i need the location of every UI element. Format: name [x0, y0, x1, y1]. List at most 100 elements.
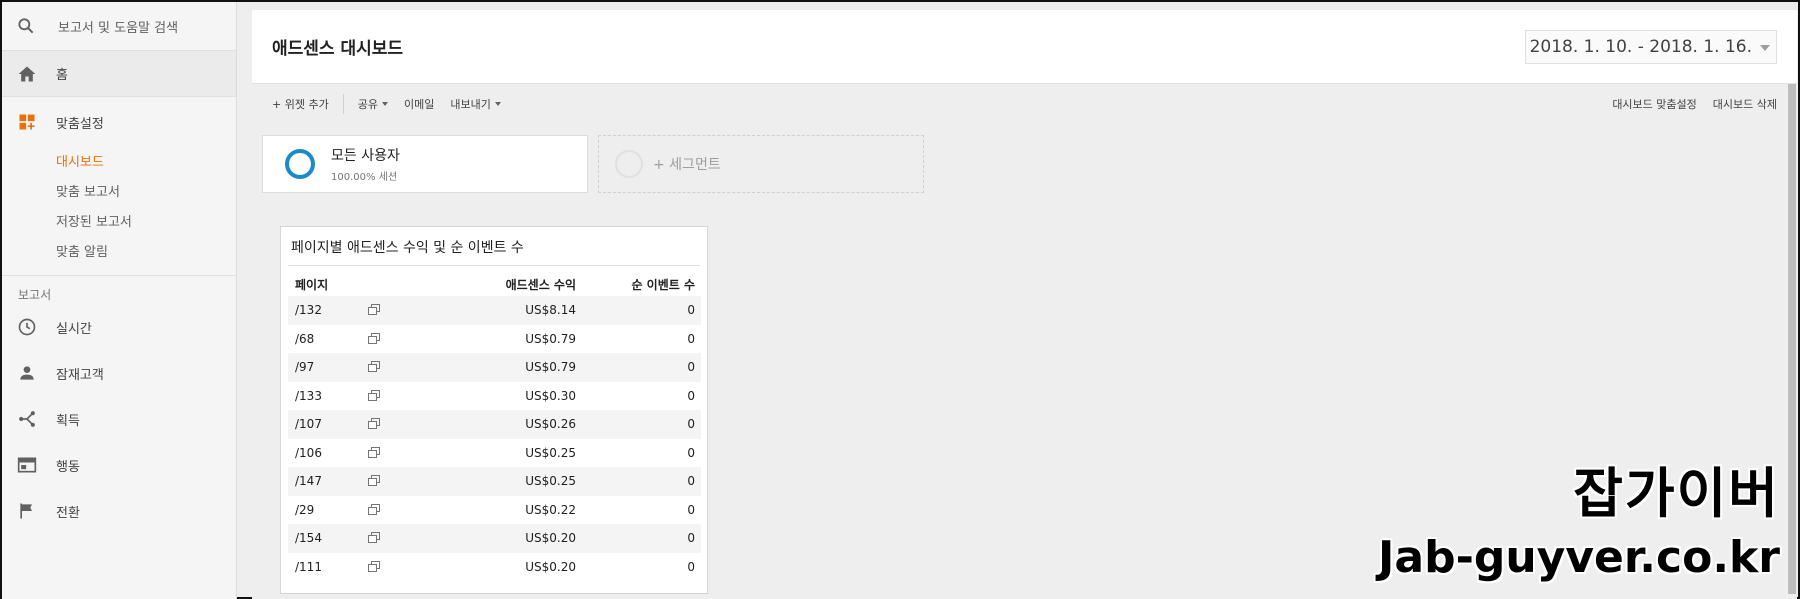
cell-page[interactable]: /111 [288, 553, 368, 582]
open-page-icon[interactable] [368, 524, 448, 553]
add-segment-button[interactable]: + 세그먼트 [598, 135, 924, 193]
nav-behavior-label: 행동 [56, 459, 80, 475]
search-placeholder: 보고서 및 도움말 검색 [58, 20, 179, 36]
scrollbar[interactable] [1787, 84, 1797, 599]
toolbar: + 위젯 추가 공유 이메일 내보내기 대시보드 맞춤설정 대시보드 삭제 [252, 84, 1797, 124]
cell-revenue: US$0.79 [525, 331, 576, 346]
open-page-icon[interactable] [368, 325, 448, 354]
flag-icon [16, 500, 38, 522]
cell-page[interactable]: /133 [288, 382, 368, 411]
external-link-icon [368, 560, 380, 572]
reports-section-label: 보고서 [18, 288, 52, 302]
share-button[interactable]: 공유 [350, 96, 396, 112]
dashboard-header: 애드센스 대시보드 2018. 1. 10. - 2018. 1. 16. [252, 10, 1797, 84]
table-row: /147 US$0.25 0 [288, 467, 701, 496]
nav-realtime[interactable]: 실시간 [2, 304, 236, 350]
nav-saved-reports[interactable]: 저장된 보고서 [2, 205, 236, 235]
segment-all-users[interactable]: 모든 사용자 100.00% 세션 [262, 135, 588, 193]
open-page-icon[interactable] [368, 439, 448, 468]
date-range-text: 2018. 1. 10. - 2018. 1. 16. [1529, 36, 1752, 57]
external-link-icon [368, 446, 380, 458]
cell-page[interactable]: /97 [288, 353, 368, 382]
nav-home[interactable]: 홈 [2, 51, 236, 97]
cell-revenue: US$0.25 [448, 467, 576, 496]
email-button[interactable]: 이메일 [396, 96, 442, 112]
cell-page[interactable]: /106 [288, 439, 368, 468]
col-header-revenue[interactable]: 애드센스 수익 [448, 266, 576, 296]
sidebar: 보고서 및 도움말 검색 홈 맞춤설정 대시보드 맞춤 보고서 저장된 보고서 … [2, 2, 237, 599]
cell-revenue: US$8.14 [448, 296, 576, 325]
nav-audience[interactable]: 잠재고객 [2, 350, 236, 396]
nav-dashboard[interactable]: 대시보드 [2, 145, 236, 175]
cell-events: 0 [576, 296, 701, 325]
nav-customization[interactable]: 맞춤설정 [2, 99, 236, 145]
toolbar-divider [342, 94, 344, 114]
open-page-icon[interactable] [368, 496, 448, 525]
table-row: /154 US$0.20 0 [288, 524, 701, 553]
open-page-icon[interactable] [368, 353, 448, 382]
dashboard-grid-icon [16, 111, 38, 133]
caret-down-icon [494, 102, 501, 106]
nav-acquisition-label: 획득 [56, 413, 80, 429]
external-link-icon [368, 304, 380, 316]
cell-page[interactable]: /154 [288, 524, 368, 553]
col-header-spacer [368, 266, 448, 296]
nav-behavior[interactable]: 행동 [2, 442, 236, 488]
scrollbar-thumb[interactable] [1788, 84, 1796, 594]
cell-events: 0 [687, 331, 695, 346]
open-page-icon[interactable] [368, 467, 448, 496]
table-row: /132 US$8.14 0 [288, 296, 701, 325]
nav-acquisition[interactable]: 획득 [2, 396, 236, 442]
cell-page[interactable]: /107 [288, 410, 368, 439]
cell-revenue: US$0.26 [448, 410, 576, 439]
caret-down-icon [381, 102, 388, 106]
open-page-icon[interactable] [368, 296, 448, 325]
table-row: /106 US$0.25 0 [288, 439, 701, 468]
cell-events: 0 [576, 410, 701, 439]
external-link-icon [368, 418, 380, 430]
clock-icon [16, 316, 38, 338]
nav-custom-reports[interactable]: 맞춤 보고서 [2, 175, 236, 205]
watermark-line1: 잡가이버 [1573, 462, 1780, 525]
segment-bar: 모든 사용자 100.00% 세션 + 세그먼트 [252, 124, 1797, 204]
cell-events: 0 [576, 353, 701, 382]
delete-dashboard-button[interactable]: 대시보드 삭제 [1705, 96, 1785, 112]
col-header-page[interactable]: 페이지 [288, 266, 368, 296]
segment-name: 모든 사용자 [331, 148, 400, 164]
open-page-icon[interactable] [368, 553, 448, 582]
nav-conversions[interactable]: 전환 [2, 488, 236, 534]
cell-revenue: US$0.20 [448, 524, 576, 553]
col-header-events[interactable]: 순 이벤트 수 [576, 266, 701, 296]
cell-events: 0 [687, 559, 695, 574]
segment-sessions: 100.00% 세션 [331, 172, 398, 183]
acquisition-icon [16, 408, 38, 430]
widget-title: 페이지별 애드센스 수익 및 순 이벤트 수 [288, 235, 700, 266]
cell-page[interactable]: /147 [288, 467, 368, 496]
date-range-picker[interactable]: 2018. 1. 10. - 2018. 1. 16. [1524, 29, 1777, 64]
nav-customization-label: 맞춤설정 [56, 116, 104, 132]
nav-realtime-label: 실시간 [56, 321, 92, 337]
open-page-icon[interactable] [368, 382, 448, 411]
cell-revenue: US$0.25 [525, 445, 576, 460]
nav-home-label: 홈 [56, 68, 68, 83]
table-row: /111 US$0.20 0 [288, 553, 701, 582]
cell-events: 0 [576, 467, 701, 496]
segment-ring-icon [285, 149, 315, 179]
cell-page[interactable]: /68 [288, 325, 368, 354]
cell-events: 0 [687, 445, 695, 460]
home-icon [16, 63, 38, 85]
add-segment-label: + 세그먼트 [653, 157, 721, 173]
table-row: /29 US$0.22 0 [288, 496, 701, 525]
search-box[interactable]: 보고서 및 도움말 검색 [2, 2, 236, 51]
export-button[interactable]: 내보내기 [442, 96, 508, 112]
add-widget-button[interactable]: + 위젯 추가 [264, 96, 337, 112]
cell-page[interactable]: /132 [288, 296, 368, 325]
customize-dashboard-button[interactable]: 대시보드 맞춤설정 [1604, 96, 1704, 112]
nav-custom-alerts[interactable]: 맞춤 알림 [2, 235, 236, 265]
cell-page[interactable]: /29 [288, 496, 368, 525]
nav-conversions-label: 전환 [56, 505, 80, 521]
chevron-down-icon [1760, 44, 1770, 51]
open-page-icon[interactable] [368, 410, 448, 439]
export-label: 내보내기 [450, 98, 491, 111]
browser-window-icon [16, 454, 38, 476]
